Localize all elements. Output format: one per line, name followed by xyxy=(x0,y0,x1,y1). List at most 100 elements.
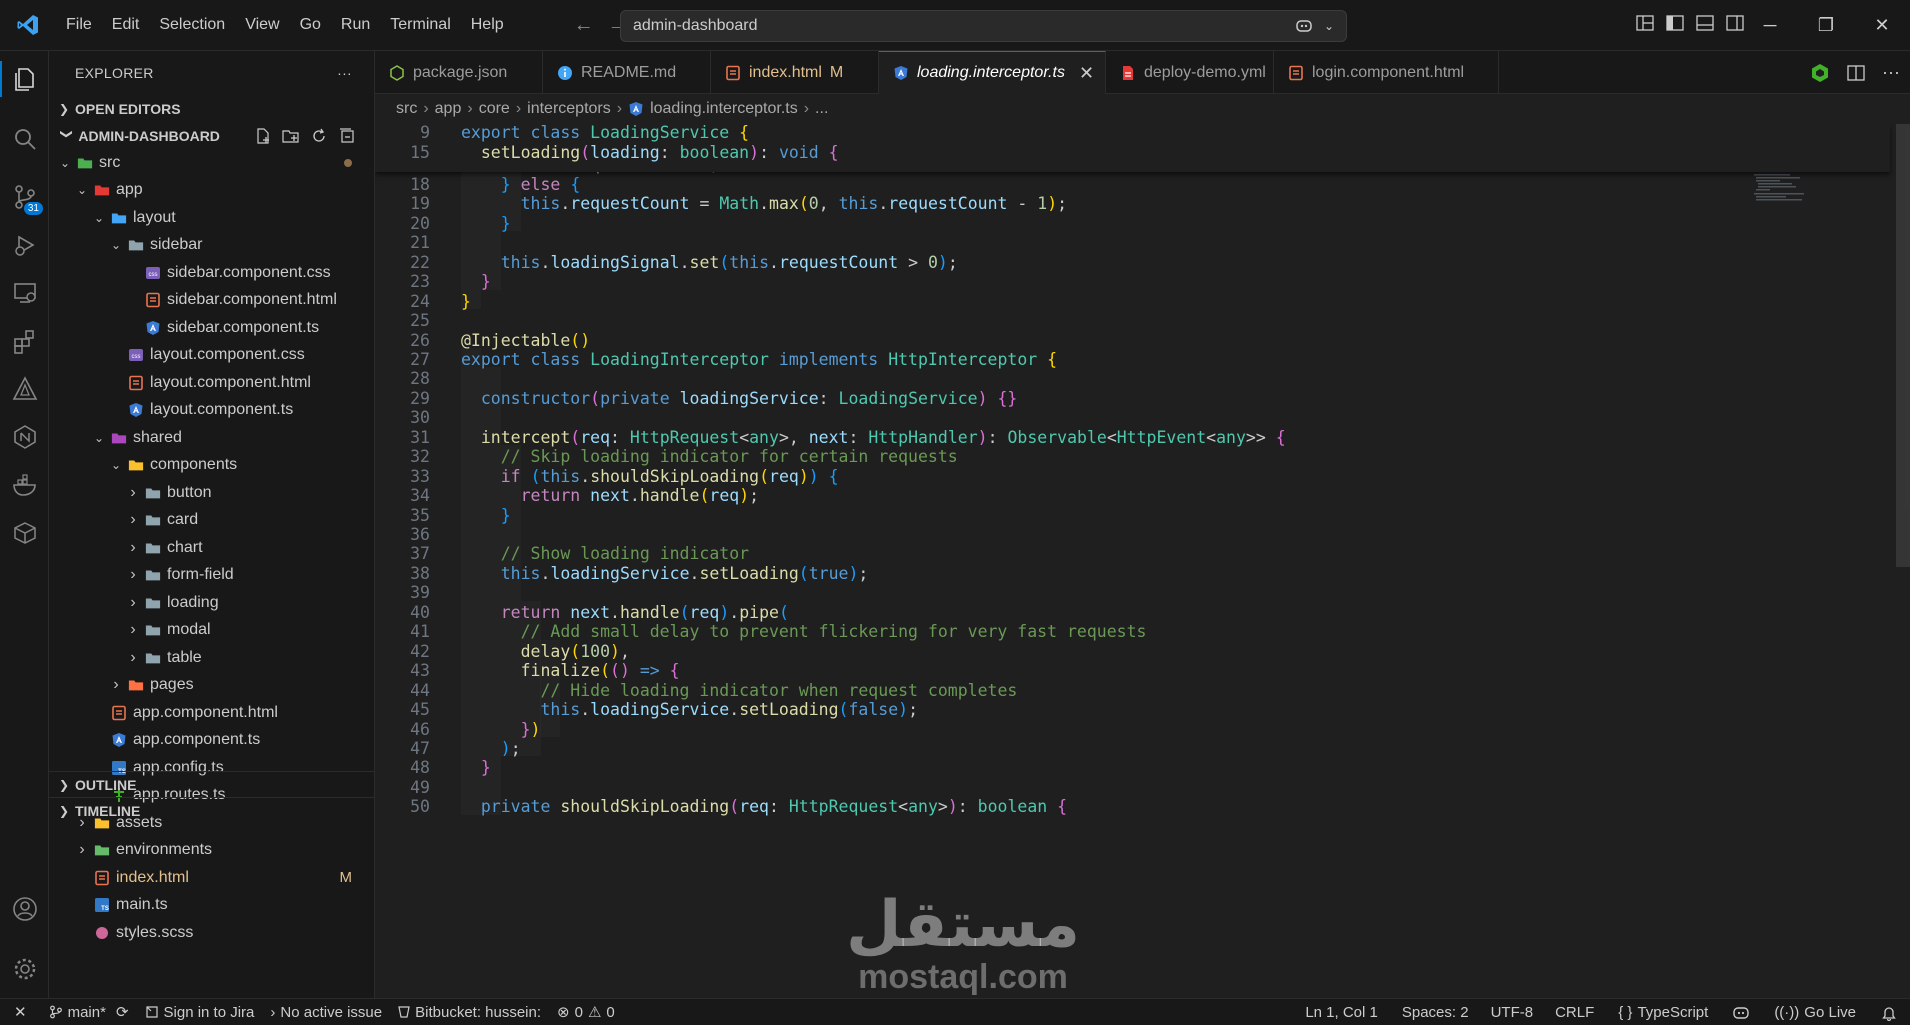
split-editor-icon[interactable] xyxy=(1846,63,1866,83)
jira-sign-in[interactable]: Sign in to Jira xyxy=(137,1004,263,1021)
angular-icon[interactable] xyxy=(0,365,49,413)
code-line[interactable]: 50 private shouldSkipLoading(req: HttpRe… xyxy=(375,795,1895,819)
indentation[interactable]: Spaces: 2 xyxy=(1390,1004,1481,1021)
file-item[interactable]: app.component.ts xyxy=(49,727,374,755)
folder-item[interactable]: ⌄ app xyxy=(49,177,374,205)
code-editor[interactable]: 16 if (loading) {17 this.requestCount++;… xyxy=(375,124,1910,998)
file-item[interactable]: layout.component.html xyxy=(49,369,374,397)
new-folder-icon[interactable] xyxy=(282,127,300,145)
folder-item[interactable]: ⌄ components xyxy=(49,452,374,480)
file-item[interactable]: css sidebar.component.css xyxy=(49,259,374,287)
menu-file[interactable]: File xyxy=(56,16,102,34)
folder-item[interactable]: › table xyxy=(49,644,374,672)
open-editors-section[interactable]: ❯ OPEN EDITORS xyxy=(49,95,374,122)
tab-readme-md[interactable]: README.md xyxy=(543,51,711,94)
outline-section[interactable]: ❯ OUTLINE xyxy=(49,771,374,797)
toggle-panel-icon[interactable] xyxy=(1696,14,1714,32)
folder-item[interactable]: › card xyxy=(49,507,374,535)
containers-icon[interactable] xyxy=(0,509,49,557)
active-issue[interactable]: › No active issue xyxy=(262,1004,390,1021)
folder-item[interactable]: ⌄ sidebar xyxy=(49,232,374,260)
sync-icon[interactable]: ⟳ xyxy=(116,1003,129,1021)
folder-item[interactable]: › pages xyxy=(49,672,374,700)
minimize-button[interactable]: ─ xyxy=(1742,0,1798,51)
folder-item[interactable]: › button xyxy=(49,479,374,507)
menu-view[interactable]: View xyxy=(235,16,289,34)
nx-console-icon[interactable] xyxy=(0,413,49,461)
file-item[interactable]: TS main.ts xyxy=(49,892,374,920)
command-center-search[interactable]: admin-dashboard ⌄ xyxy=(620,10,1347,42)
breadcrumb-item[interactable]: ... xyxy=(815,100,828,118)
explorer-more-icon[interactable]: ··· xyxy=(337,65,352,81)
more-actions-icon[interactable]: ··· xyxy=(1882,63,1900,83)
folder-item[interactable]: › modal xyxy=(49,617,374,645)
code-line[interactable]: 15 setLoading(loading: boolean): void { xyxy=(375,141,1895,165)
remote-explorer-icon[interactable] xyxy=(0,269,49,317)
search-icon[interactable] xyxy=(0,115,49,163)
chevron-down-icon[interactable]: ⌄ xyxy=(1324,16,1334,36)
toggle-primary-sidebar-icon[interactable] xyxy=(1666,14,1684,32)
explorer-icon[interactable] xyxy=(0,55,49,103)
restore-button[interactable]: ❐ xyxy=(1798,0,1854,51)
folder-item[interactable]: ⌄ layout xyxy=(49,204,374,232)
breadcrumb-item[interactable]: src xyxy=(396,100,417,118)
breadcrumb-item[interactable]: loading.interceptor.ts xyxy=(650,100,798,118)
file-item[interactable]: styles.scss xyxy=(49,919,374,947)
copilot-status[interactable] xyxy=(1720,1005,1762,1021)
tab-package-json[interactable]: package.json xyxy=(375,51,543,94)
menu-terminal[interactable]: Terminal xyxy=(380,16,460,34)
menu-run[interactable]: Run xyxy=(331,16,380,34)
editor-scrollbar[interactable] xyxy=(1896,124,1910,567)
notifications-button[interactable] xyxy=(1868,1005,1910,1021)
bitbucket-status[interactable]: Bitbucket: hussein: xyxy=(390,1004,549,1021)
language-mode[interactable]: { } TypeScript xyxy=(1606,1004,1720,1021)
settings-gear-icon[interactable] xyxy=(0,945,49,993)
tab-deploy-demo-yml[interactable]: deploy-demo.yml xyxy=(1106,51,1274,94)
go-live-button[interactable]: ((·)) Go Live xyxy=(1762,1004,1868,1021)
nx-run-icon[interactable] xyxy=(1810,63,1830,83)
workspace-root[interactable]: ❯ ADMIN-DASHBOARD xyxy=(49,122,374,149)
new-file-icon[interactable] xyxy=(254,127,272,145)
menu-selection[interactable]: Selection xyxy=(149,16,235,34)
folder-item[interactable]: › chart xyxy=(49,534,374,562)
file-item[interactable]: layout.component.ts xyxy=(49,397,374,425)
breadcrumb-item[interactable]: interceptors xyxy=(527,100,611,118)
tab-loading-interceptor-ts[interactable]: loading.interceptor.ts ✕ xyxy=(879,51,1106,94)
encoding[interactable]: UTF-8 xyxy=(1481,1004,1544,1021)
end-of-line[interactable]: CRLF xyxy=(1543,1004,1606,1021)
run-debug-icon[interactable] xyxy=(0,221,49,269)
file-item[interactable]: sidebar.component.html xyxy=(49,287,374,315)
menu-help[interactable]: Help xyxy=(461,16,514,34)
source-control-icon[interactable]: 31 xyxy=(0,173,49,221)
customize-layout-icon[interactable] xyxy=(1636,14,1654,32)
file-item[interactable]: app.component.html xyxy=(49,699,374,727)
folder-item[interactable]: › environments xyxy=(49,837,374,865)
timeline-section[interactable]: ❯ TIMELINE xyxy=(49,797,374,824)
remote-indicator[interactable]: ✕ xyxy=(0,1003,41,1021)
folder-item[interactable]: › form-field xyxy=(49,562,374,590)
breadcrumb-item[interactable]: core xyxy=(479,100,510,118)
breadcrumb-item[interactable]: app xyxy=(435,100,462,118)
docker-icon[interactable] xyxy=(0,461,49,509)
file-item[interactable]: sidebar.component.ts xyxy=(49,314,374,342)
close-window-button[interactable]: ✕ xyxy=(1854,0,1910,51)
menu-go[interactable]: Go xyxy=(290,16,331,34)
refresh-icon[interactable] xyxy=(310,127,328,145)
collapse-all-icon[interactable] xyxy=(338,127,356,145)
folder-item[interactable]: ⌄ src xyxy=(49,149,374,177)
menu-edit[interactable]: Edit xyxy=(102,16,150,34)
copilot-icon[interactable] xyxy=(1294,16,1314,36)
folder-item[interactable]: › loading xyxy=(49,589,374,617)
extensions-icon[interactable] xyxy=(0,317,49,365)
back-arrow-icon[interactable]: ← xyxy=(574,14,594,37)
close-tab-icon[interactable]: ✕ xyxy=(1079,63,1094,84)
tab-index-html[interactable]: index.html M xyxy=(711,51,879,94)
folder-item[interactable]: ⌄ shared xyxy=(49,424,374,452)
git-branch[interactable]: main* ⟳ xyxy=(41,1003,137,1021)
file-item[interactable]: css layout.component.css xyxy=(49,342,374,370)
cursor-position[interactable]: Ln 1, Col 1 xyxy=(1293,1004,1390,1021)
accounts-icon[interactable] xyxy=(0,885,49,933)
file-item[interactable]: index.html M xyxy=(49,864,374,892)
tab-login-component-html[interactable]: login.component.html xyxy=(1274,51,1499,94)
problems-indicator[interactable]: ⊗ 0 ⚠ 0 xyxy=(549,1003,623,1022)
